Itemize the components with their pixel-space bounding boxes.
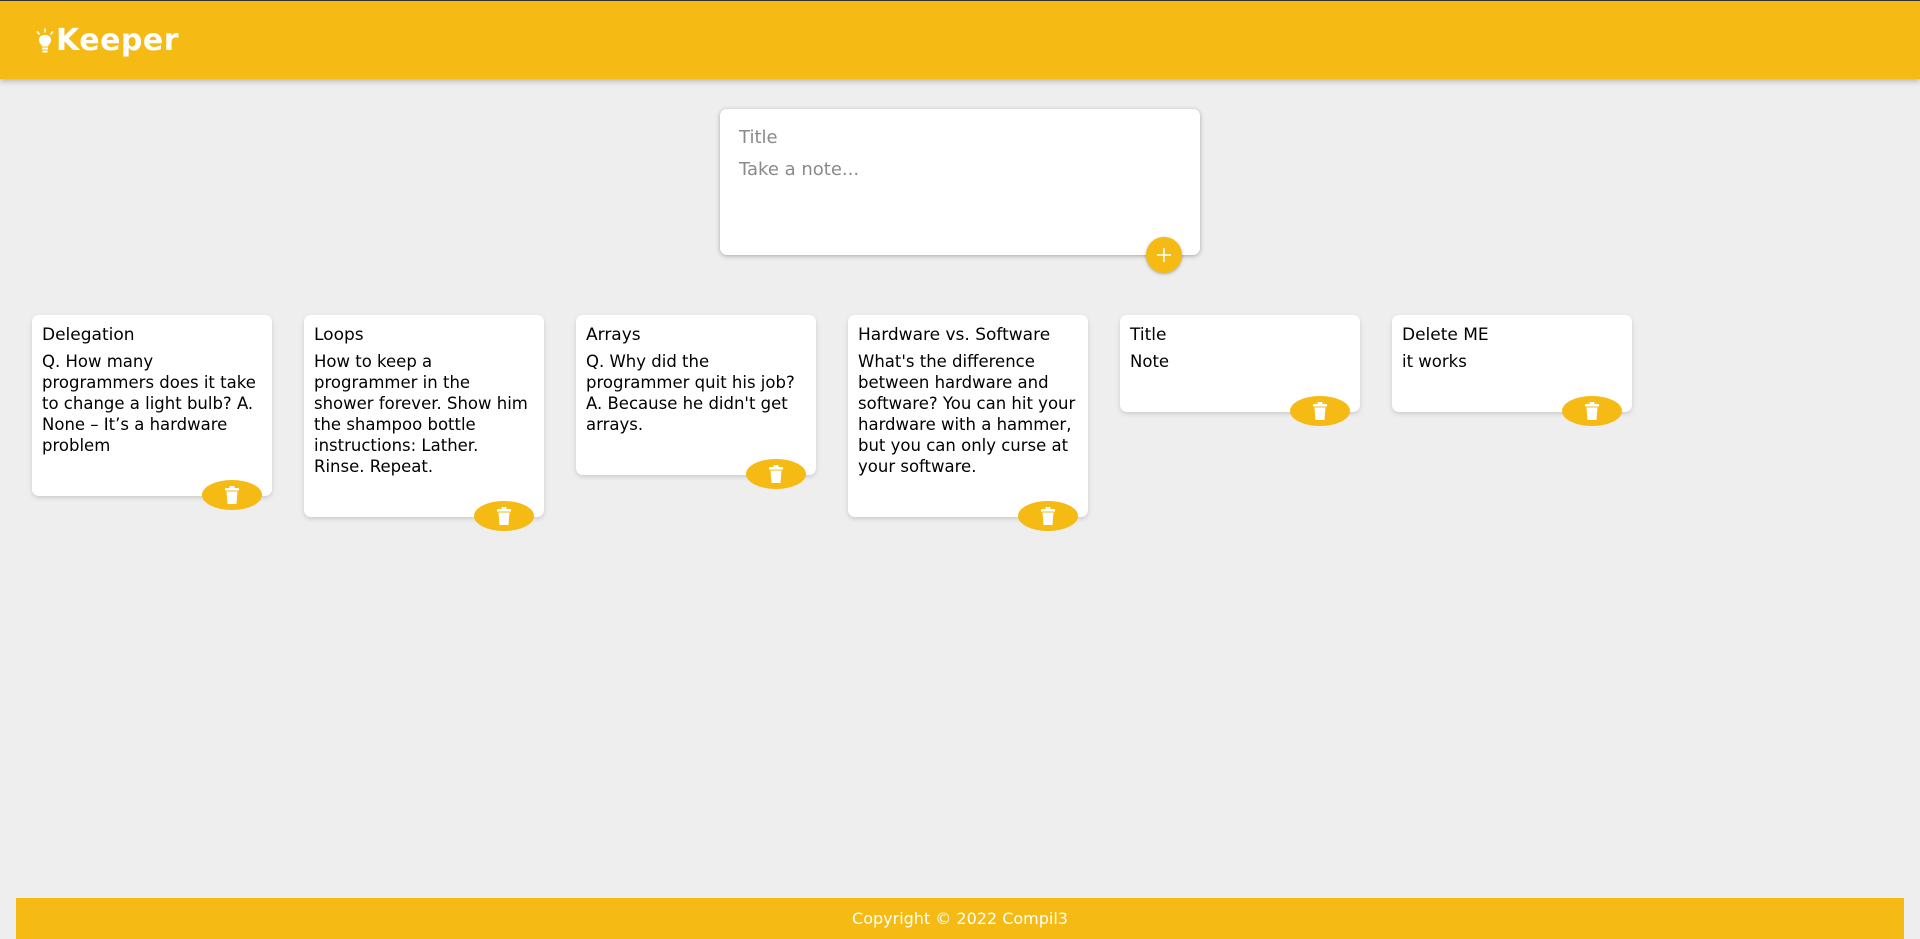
add-note-button[interactable] [1146, 237, 1182, 273]
delete-note-button[interactable] [1562, 396, 1622, 426]
note-title: Title [1130, 325, 1167, 345]
trash-icon [1041, 507, 1055, 525]
delete-note-button[interactable] [202, 480, 262, 510]
lightbulb-icon [36, 28, 54, 52]
delete-note-button[interactable] [746, 459, 806, 489]
note-card: Delete ME it works [1392, 315, 1632, 426]
note-content-input[interactable] [739, 159, 1181, 229]
note-title-input[interactable] [739, 127, 1181, 148]
app-title: Keeper [56, 23, 180, 58]
note-content: How to keep a programmer in the shower f… [314, 352, 534, 476]
delete-note-button[interactable] [1290, 396, 1350, 426]
trash-icon [1313, 402, 1327, 420]
create-note-form [720, 109, 1200, 273]
app-logo: Keeper [36, 23, 179, 58]
app-footer: Copyright © 2022 Compil3 [16, 898, 1904, 939]
note-content: it works [1402, 352, 1467, 371]
note-card: Arrays Q. Why did the programmer quit hi… [576, 315, 816, 489]
trash-icon [497, 507, 511, 525]
note-content: Q. How many programmers does it take to … [42, 352, 262, 455]
delete-note-button[interactable] [1018, 501, 1078, 531]
note-title: Arrays [586, 325, 641, 345]
note-title: Delegation [42, 325, 135, 345]
trash-icon [1585, 402, 1599, 420]
note-content: Q. Why did the programmer quit his job? … [586, 352, 800, 434]
note-card: Title Note [1120, 315, 1360, 426]
delete-note-button[interactable] [474, 501, 534, 531]
note-content: Note [1130, 352, 1170, 371]
trash-icon [225, 486, 239, 504]
note-content: What's the difference between hardware a… [858, 352, 1081, 476]
plus-icon [1157, 248, 1171, 262]
note-card: Hardware vs. Software What's the differe… [848, 315, 1088, 531]
note-card: Loops How to keep a programmer in the sh… [304, 315, 544, 531]
note-title: Hardware vs. Software [858, 325, 1051, 345]
note-title: Loops [314, 325, 364, 345]
copyright-text: Copyright © 2022 Compil3 [852, 909, 1068, 928]
note-card: Delegation Q. How many programmers does … [32, 315, 272, 510]
app-header: Keeper [0, 0, 1920, 79]
note-title: Delete ME [1402, 325, 1489, 345]
trash-icon [769, 465, 783, 483]
